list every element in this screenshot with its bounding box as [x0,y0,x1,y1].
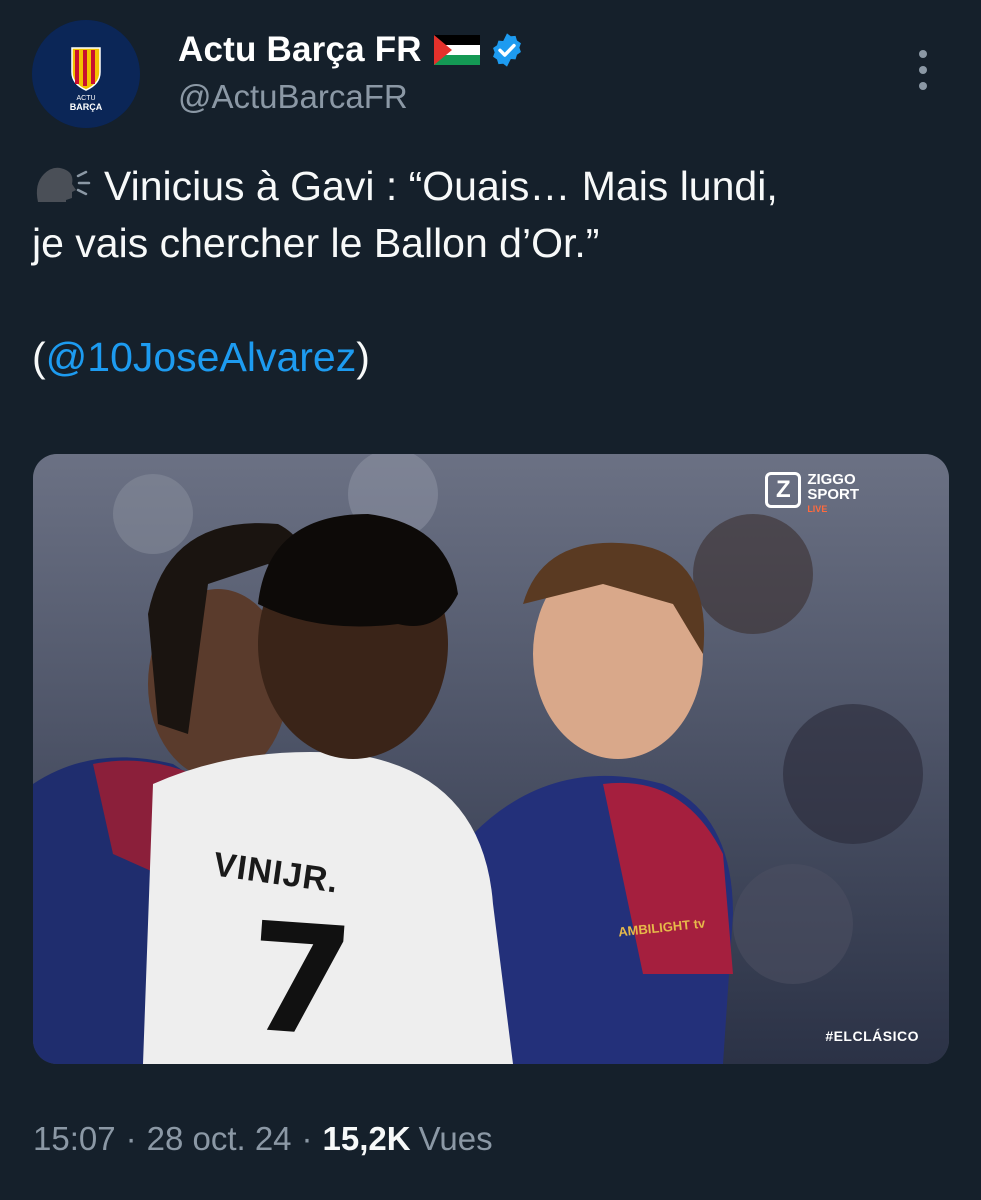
tweet-media-image[interactable]: Z ZIGGO SPORT LIVE VINIJR. 7 AMBILIGHT t… [33,454,949,1064]
avatar[interactable]: ACTU BARÇA [32,20,140,128]
avatar-text-top: ACTU [76,95,95,102]
tweet-meta: 15:07 · 28 oct. 24 · 15,2K Vues [33,1120,493,1158]
verified-badge-icon[interactable] [488,31,526,69]
display-name-row: Actu Barça FR [178,28,526,72]
club-crest-icon: ACTU BARÇA [32,20,140,128]
author-info: Actu Barça FR @ActuBarcaFR [178,28,526,116]
mention-line: (@10JoseAlvarez) [32,329,932,386]
football-photo [33,454,949,1064]
jersey-number: 7 [242,890,359,1064]
meta-separator: · [301,1120,313,1157]
tweet-text-line-1: Vinicius à Gavi : “Ouais… Mais lundi, [32,158,932,215]
tweet-date[interactable]: 28 oct. 24 [147,1120,292,1158]
meta-separator: · [125,1120,137,1157]
hashtag-overlay: #ELCLÁSICO [825,1028,919,1044]
mention-open-paren: ( [32,334,46,380]
broadcaster-live: LIVE [807,504,828,514]
tweet-text-line-2: je vais chercher le Ballon d’Or.” [32,220,600,266]
handle[interactable]: @ActuBarcaFR [178,78,526,116]
broadcaster-line-2: SPORT [807,486,859,503]
mention-close-paren: ) [356,334,370,380]
avatar-text-bottom: BARÇA [70,102,103,112]
more-options-icon[interactable] [903,42,943,98]
tweet-line-1-text: Vinicius à Gavi : “Ouais… Mais lundi, [104,163,778,209]
views-count: 15,2K [322,1120,411,1157]
broadcaster-logo: Z ZIGGO SPORT LIVE [765,472,859,514]
tweet-text: Vinicius à Gavi : “Ouais… Mais lundi, je… [32,158,932,386]
mention-link[interactable]: @10JoseAlvarez [46,334,357,380]
speaking-head-icon [32,162,92,206]
display-name[interactable]: Actu Barça FR [178,30,422,70]
tweet-time[interactable]: 15:07 [33,1120,116,1158]
views-label: Vues [418,1120,493,1157]
tweet-header: ACTU BARÇA Actu Barça FR @ActuBarcaFR [32,20,949,130]
tweet: ACTU BARÇA Actu Barça FR @ActuBarcaFR Vi… [0,0,981,1200]
broadcaster-line-1: ZIGGO [807,471,856,488]
broadcaster-logo-mark: Z [765,472,802,508]
palestine-flag-icon [433,35,480,65]
